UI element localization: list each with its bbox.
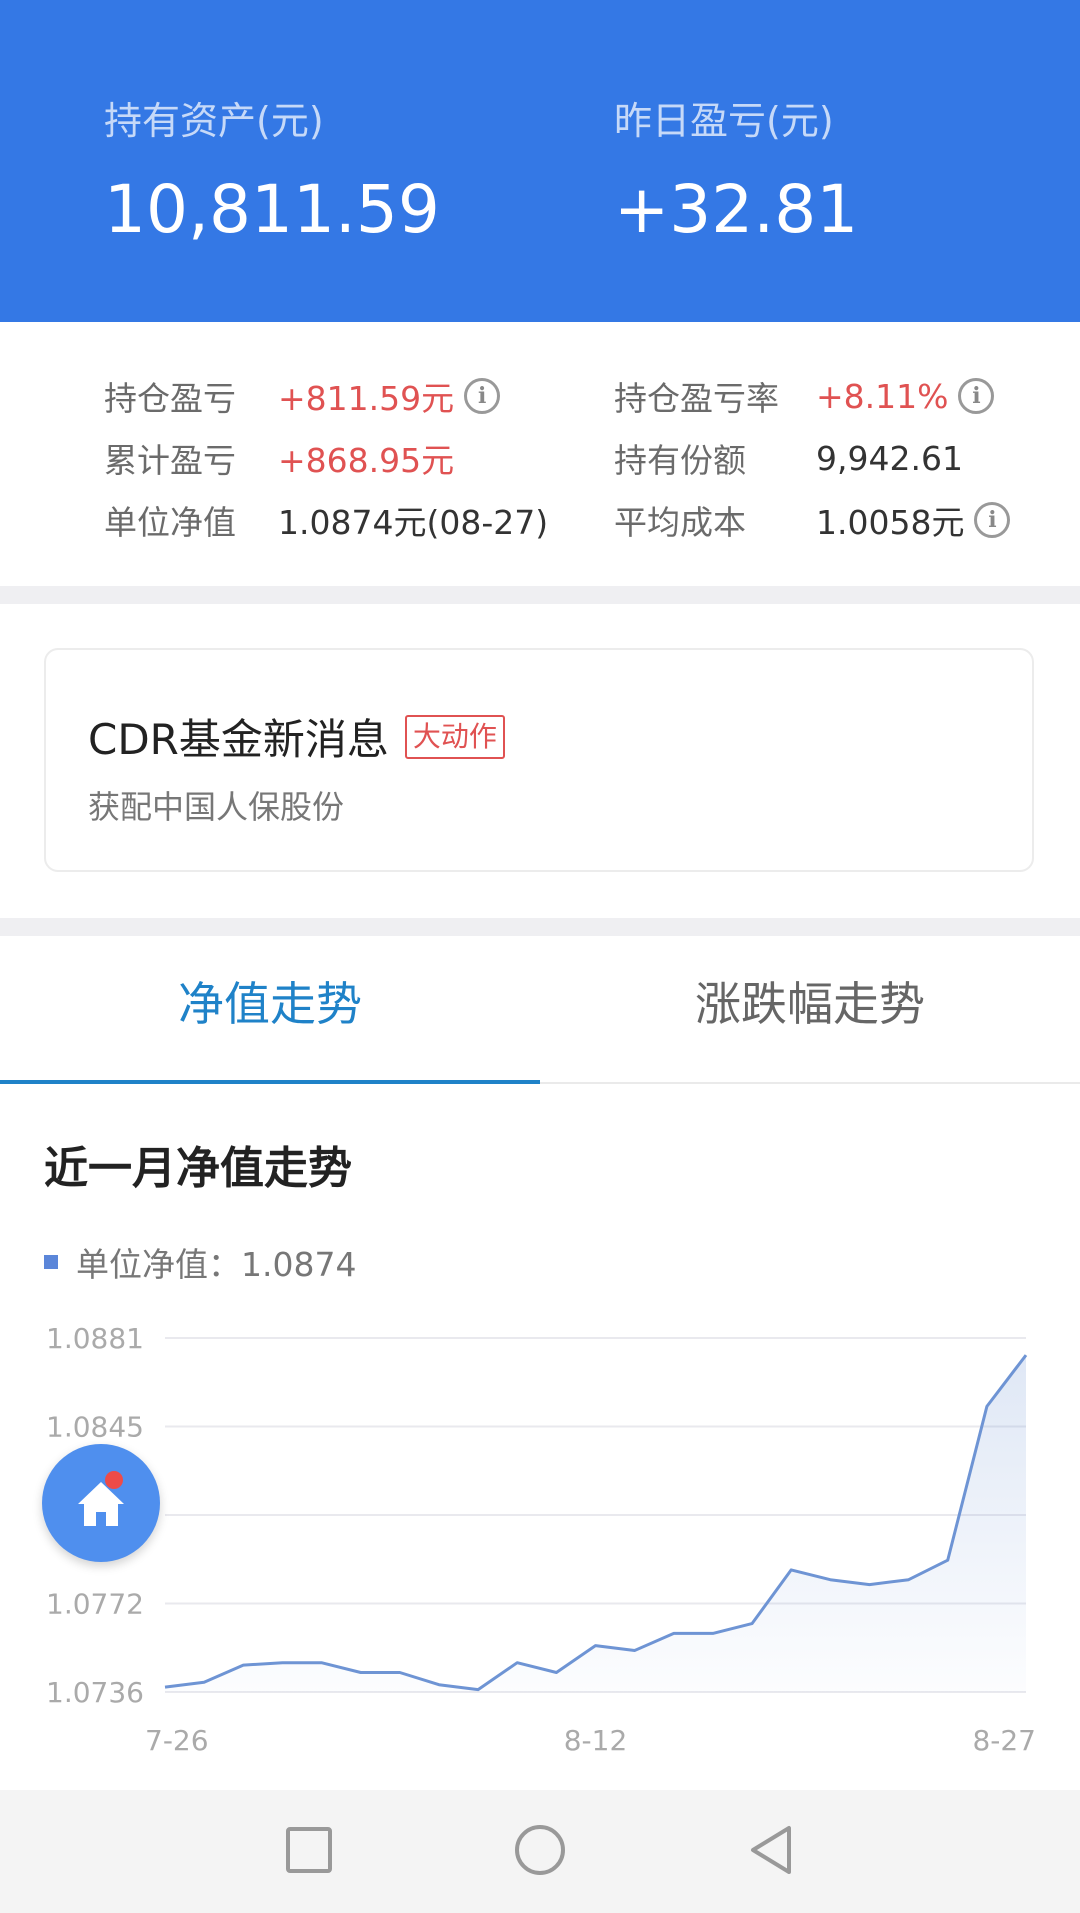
- position-pnl: 持仓盈亏 +811.59元 i: [104, 372, 501, 420]
- x-tick-label: 7-26: [145, 1724, 209, 1757]
- position-pnl-value: +811.59元: [278, 379, 455, 418]
- cumulative-pnl: 累计盈亏 +868.95元: [104, 434, 454, 482]
- assets-header: 持有资产(元) 10,811.59 昨日盈亏(元) +32.81: [0, 0, 1080, 322]
- section-divider: [0, 586, 1080, 604]
- info-icon[interactable]: i: [958, 378, 995, 414]
- active-tab-indicator: [0, 1080, 540, 1084]
- tab-change-trend[interactable]: 涨跌幅走势: [540, 936, 1080, 1082]
- back-triangle-icon[interactable]: [741, 1820, 801, 1880]
- position-pnl-rate-label: 持仓盈亏率: [614, 379, 779, 418]
- chart-title: 近一月净值走势: [44, 1143, 352, 1194]
- yesterday-pnl-label: 昨日盈亏(元): [614, 99, 834, 143]
- home-icon: [78, 1471, 124, 1526]
- average-cost: 平均成本 1.0058元 i: [614, 496, 1011, 544]
- y-tick-label: 1.0881: [46, 1322, 144, 1355]
- holding-shares-value: 9,942.61: [816, 438, 963, 478]
- news-card-title: CDR基金新消息: [88, 715, 389, 764]
- series-area: [165, 1355, 1026, 1692]
- notification-dot: [105, 1471, 123, 1489]
- x-tick-label: 8-27: [972, 1724, 1036, 1757]
- chart-tabs: 净值走势 涨跌幅走势: [0, 936, 1080, 1084]
- holding-shares-label: 持有份额: [614, 441, 746, 480]
- unit-nav: 单位净值 1.0874元(08-27): [104, 496, 548, 544]
- position-stats: 持仓盈亏 +811.59元 i 持仓盈亏率 +8.11% i 累计盈亏 +868…: [0, 322, 1080, 586]
- position-pnl-label: 持仓盈亏: [104, 379, 236, 418]
- news-card-title-row: CDR基金新消息 大动作: [88, 706, 505, 767]
- cumulative-pnl-label: 累计盈亏: [104, 441, 236, 480]
- holding-shares: 持有份额 9,942.61: [614, 434, 963, 482]
- circle-icon[interactable]: [510, 1820, 570, 1880]
- y-tick-label: 1.0845: [46, 1411, 144, 1444]
- average-cost-value: 1.0058元: [816, 503, 965, 542]
- chart-legend: 单位净值：1.0874: [44, 1238, 356, 1286]
- nav-trend-chart[interactable]: 1.0881 1.0845 1.0772 1.0736 7-26 8-12 8-27: [0, 1300, 1080, 1770]
- x-tick-label: 8-12: [564, 1724, 628, 1757]
- info-icon[interactable]: i: [464, 378, 501, 414]
- position-pnl-rate-value: +8.11%: [816, 376, 949, 416]
- system-nav-bar: [0, 1790, 1080, 1913]
- yesterday-pnl: 昨日盈亏(元) +32.81: [614, 90, 858, 248]
- average-cost-label: 平均成本: [614, 503, 746, 542]
- y-tick-label: 1.0736: [46, 1676, 144, 1709]
- cumulative-pnl-value: +868.95元: [278, 441, 455, 480]
- unit-nav-value: 1.0874元(08-27): [278, 503, 549, 542]
- legend-label: 单位净值：1.0874: [76, 1245, 357, 1284]
- tab-nav-trend[interactable]: 净值走势: [0, 936, 540, 1082]
- yesterday-pnl-value: +32.81: [614, 171, 859, 248]
- holding-assets: 持有资产(元) 10,811.59: [104, 90, 440, 248]
- holding-assets-value: 10,811.59: [104, 171, 440, 248]
- square-icon[interactable]: [279, 1820, 339, 1880]
- legend-swatch: [44, 1255, 58, 1269]
- y-tick-label: 1.0772: [46, 1588, 144, 1621]
- unit-nav-label: 单位净值: [104, 503, 236, 542]
- position-pnl-rate: 持仓盈亏率 +8.11% i: [614, 372, 995, 420]
- info-icon[interactable]: i: [974, 502, 1011, 538]
- news-card-subtitle: 获配中国人保股份: [88, 788, 345, 826]
- news-tag-badge: 大动作: [404, 714, 505, 759]
- news-card[interactable]: CDR基金新消息 大动作 获配中国人保股份: [44, 648, 1034, 872]
- home-button[interactable]: [42, 1444, 160, 1562]
- section-divider: [0, 918, 1080, 936]
- holding-assets-label: 持有资产(元): [104, 99, 324, 143]
